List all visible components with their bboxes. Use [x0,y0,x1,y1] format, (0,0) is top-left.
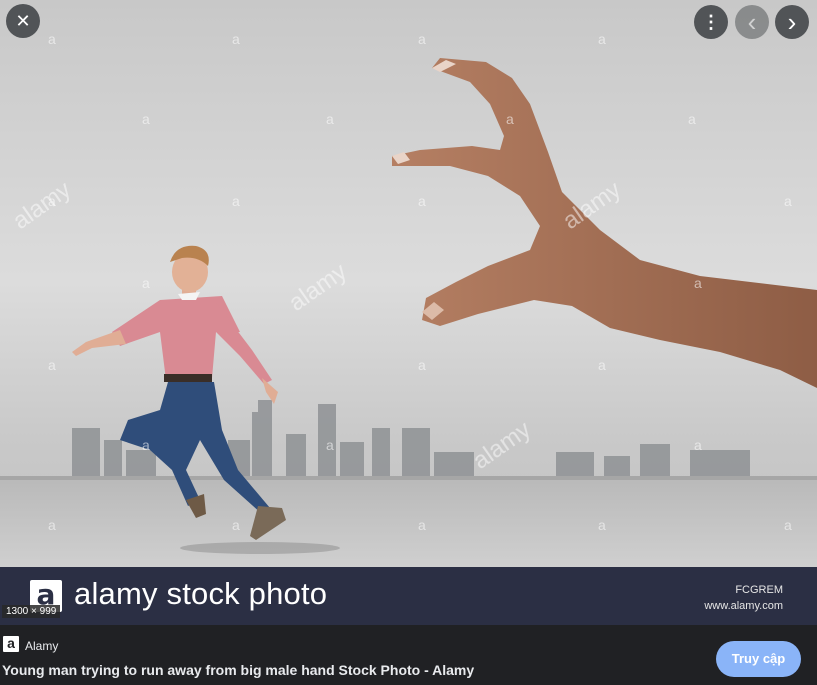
watermark-tile-letter: a [688,111,696,127]
hand-figure [392,58,817,388]
result-title-link[interactable]: Young man trying to run away from big ma… [2,662,474,678]
watermark-brand: alamy stock photo [74,576,328,611]
watermark-tile-letter: a [232,517,240,533]
watermark-tile-letter: a [142,111,150,127]
watermark-tile-letter: a [418,31,426,47]
watermark-tile-text: alamy [468,416,536,475]
watermark-tile-letter: a [694,275,702,291]
close-button[interactable]: ✕ [6,4,40,38]
more-vert-icon: ⋮ [702,12,720,32]
image-viewer: a a a a a a a a a a a a a a a a a a a a [0,0,817,685]
more-options-button[interactable]: ⋮ [694,5,728,39]
watermark-tile-letter: a [48,31,56,47]
photo-illustration: a a a a a a a a a a a a a a a a a a a a [0,31,817,570]
next-image-button[interactable]: › [775,5,809,39]
watermark-tile-letter: a [598,517,606,533]
watermark-tile-letter: a [694,437,702,453]
image-dimensions: 1300 × 999 [2,605,61,618]
watermark-tile-letter: a [506,111,514,127]
watermark-tile-letter: a [598,357,606,373]
watermark-tile-letter: a [232,31,240,47]
watermark-tile-letter: a [142,275,150,291]
site-favicon: a [3,636,19,652]
watermark-tile-letter: a [326,437,334,453]
watermark-tile-letter: a [418,357,426,373]
watermark-tile-letter: a [326,111,334,127]
watermark-url: www.alamy.com [704,600,783,612]
watermark-tile-letter: a [48,517,56,533]
watermark-tile-letter: a [598,31,606,47]
watermark-tile-letter: a [418,517,426,533]
previous-image-button[interactable]: ‹ [735,5,769,39]
watermark-tile-letter: a [48,357,56,373]
visit-button[interactable]: Truy cập [716,641,801,677]
chevron-left-icon: ‹ [747,7,757,37]
watermark-tile-letter: a [784,193,792,209]
watermark-tile-letter: a [142,437,150,453]
watermark-tile-letter: a [784,517,792,533]
site-name[interactable]: Alamy [25,639,58,653]
watermark-tile-letter: a [418,193,426,209]
watermark-tile-text: alamy [284,258,352,317]
chevron-right-icon: › [787,7,797,37]
watermark-tile-text: alamy [8,176,76,235]
watermark-tile-letter: a [232,193,240,209]
preview-image[interactable]: a a a a a a a a a a a a a a a a a a a a [0,0,817,625]
close-icon: ✕ [15,11,31,31]
watermark-image-id: FCGREM [735,584,783,596]
